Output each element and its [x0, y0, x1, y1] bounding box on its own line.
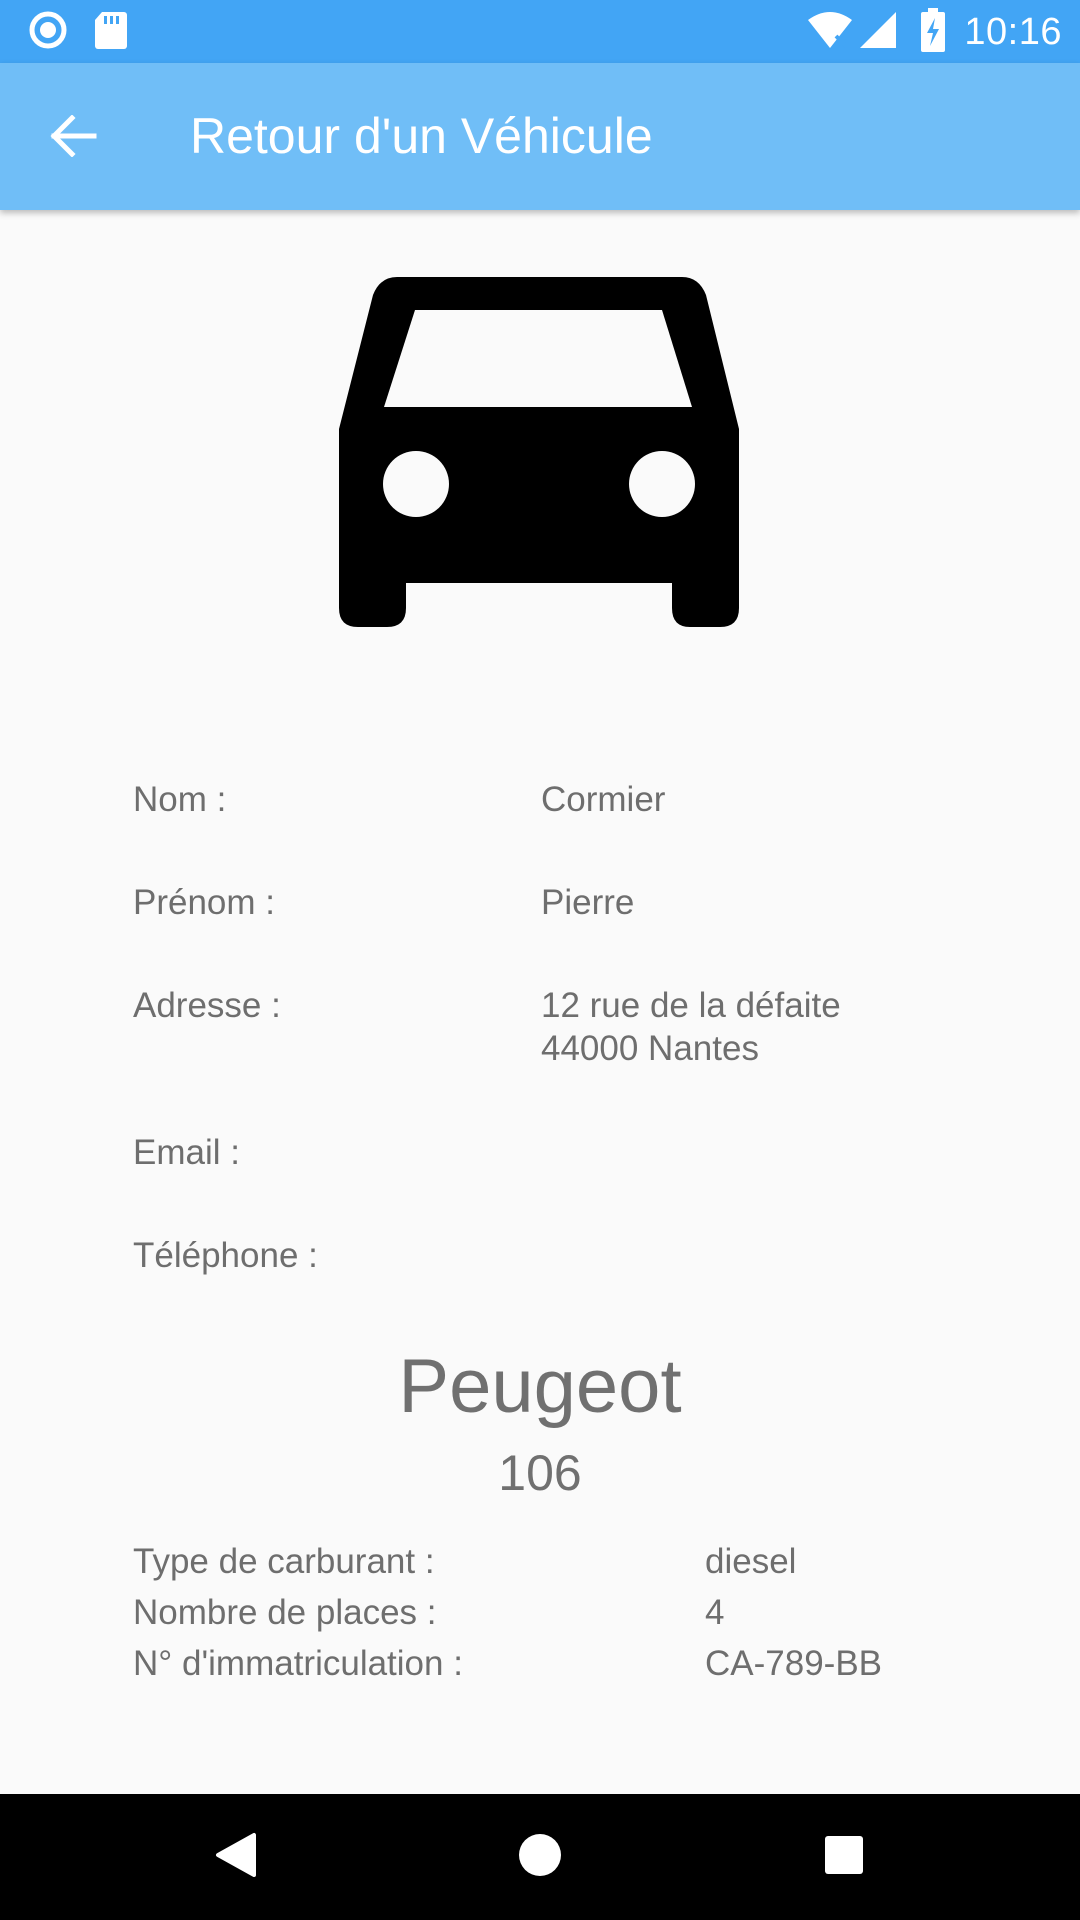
- firstname-label: Prénom :: [133, 883, 275, 922]
- fuel-label: Type de carburant :: [133, 1542, 435, 1581]
- plate-value: CA-789-BB: [705, 1644, 883, 1683]
- directions-car-icon: [339, 277, 739, 631]
- signal-icon: [858, 10, 898, 55]
- fuel-value: diesel: [705, 1542, 797, 1581]
- back-triangle-icon: [214, 1831, 258, 1884]
- vehicle-model: 106: [498, 1445, 582, 1501]
- home-circle-icon: [518, 1833, 562, 1882]
- email-label: Email :: [133, 1133, 240, 1172]
- battery-charging-icon: [920, 8, 946, 57]
- nav-recents-button[interactable]: [814, 1827, 874, 1887]
- plate-label: N° d'immatriculation :: [133, 1644, 463, 1683]
- record-icon: [28, 10, 68, 55]
- seats-label: Nombre de places :: [133, 1593, 437, 1632]
- vehicle-brand: Peugeot: [398, 1344, 682, 1429]
- app-bar: Retour d'un Véhicule: [0, 63, 1080, 210]
- back-button[interactable]: [34, 103, 114, 173]
- address-line-2: 44000 Nantes: [541, 1029, 759, 1068]
- navigation-bar: [0, 1794, 1080, 1920]
- status-left-icons: [28, 10, 128, 55]
- address-label: Adresse :: [133, 986, 281, 1025]
- status-right-icons: 10:16: [806, 8, 1062, 57]
- wifi-icon: [806, 10, 854, 55]
- address-line-1: 12 rue de la défaite: [541, 986, 841, 1025]
- name-label: Nom :: [133, 780, 227, 819]
- arrow-back-icon: [50, 113, 98, 162]
- name-value: Cormier: [541, 780, 666, 819]
- recents-square-icon: [824, 1835, 864, 1880]
- status-bar: 10:16: [0, 0, 1080, 63]
- seats-value: 4: [705, 1593, 725, 1632]
- nav-back-button[interactable]: [206, 1827, 266, 1887]
- firstname-value: Pierre: [541, 883, 635, 922]
- nav-home-button[interactable]: [510, 1827, 570, 1887]
- page-title: Retour d'un Véhicule: [190, 108, 653, 164]
- status-time: 10:16: [964, 11, 1062, 53]
- sd-card-icon: [94, 10, 128, 55]
- phone-label: Téléphone :: [133, 1236, 318, 1275]
